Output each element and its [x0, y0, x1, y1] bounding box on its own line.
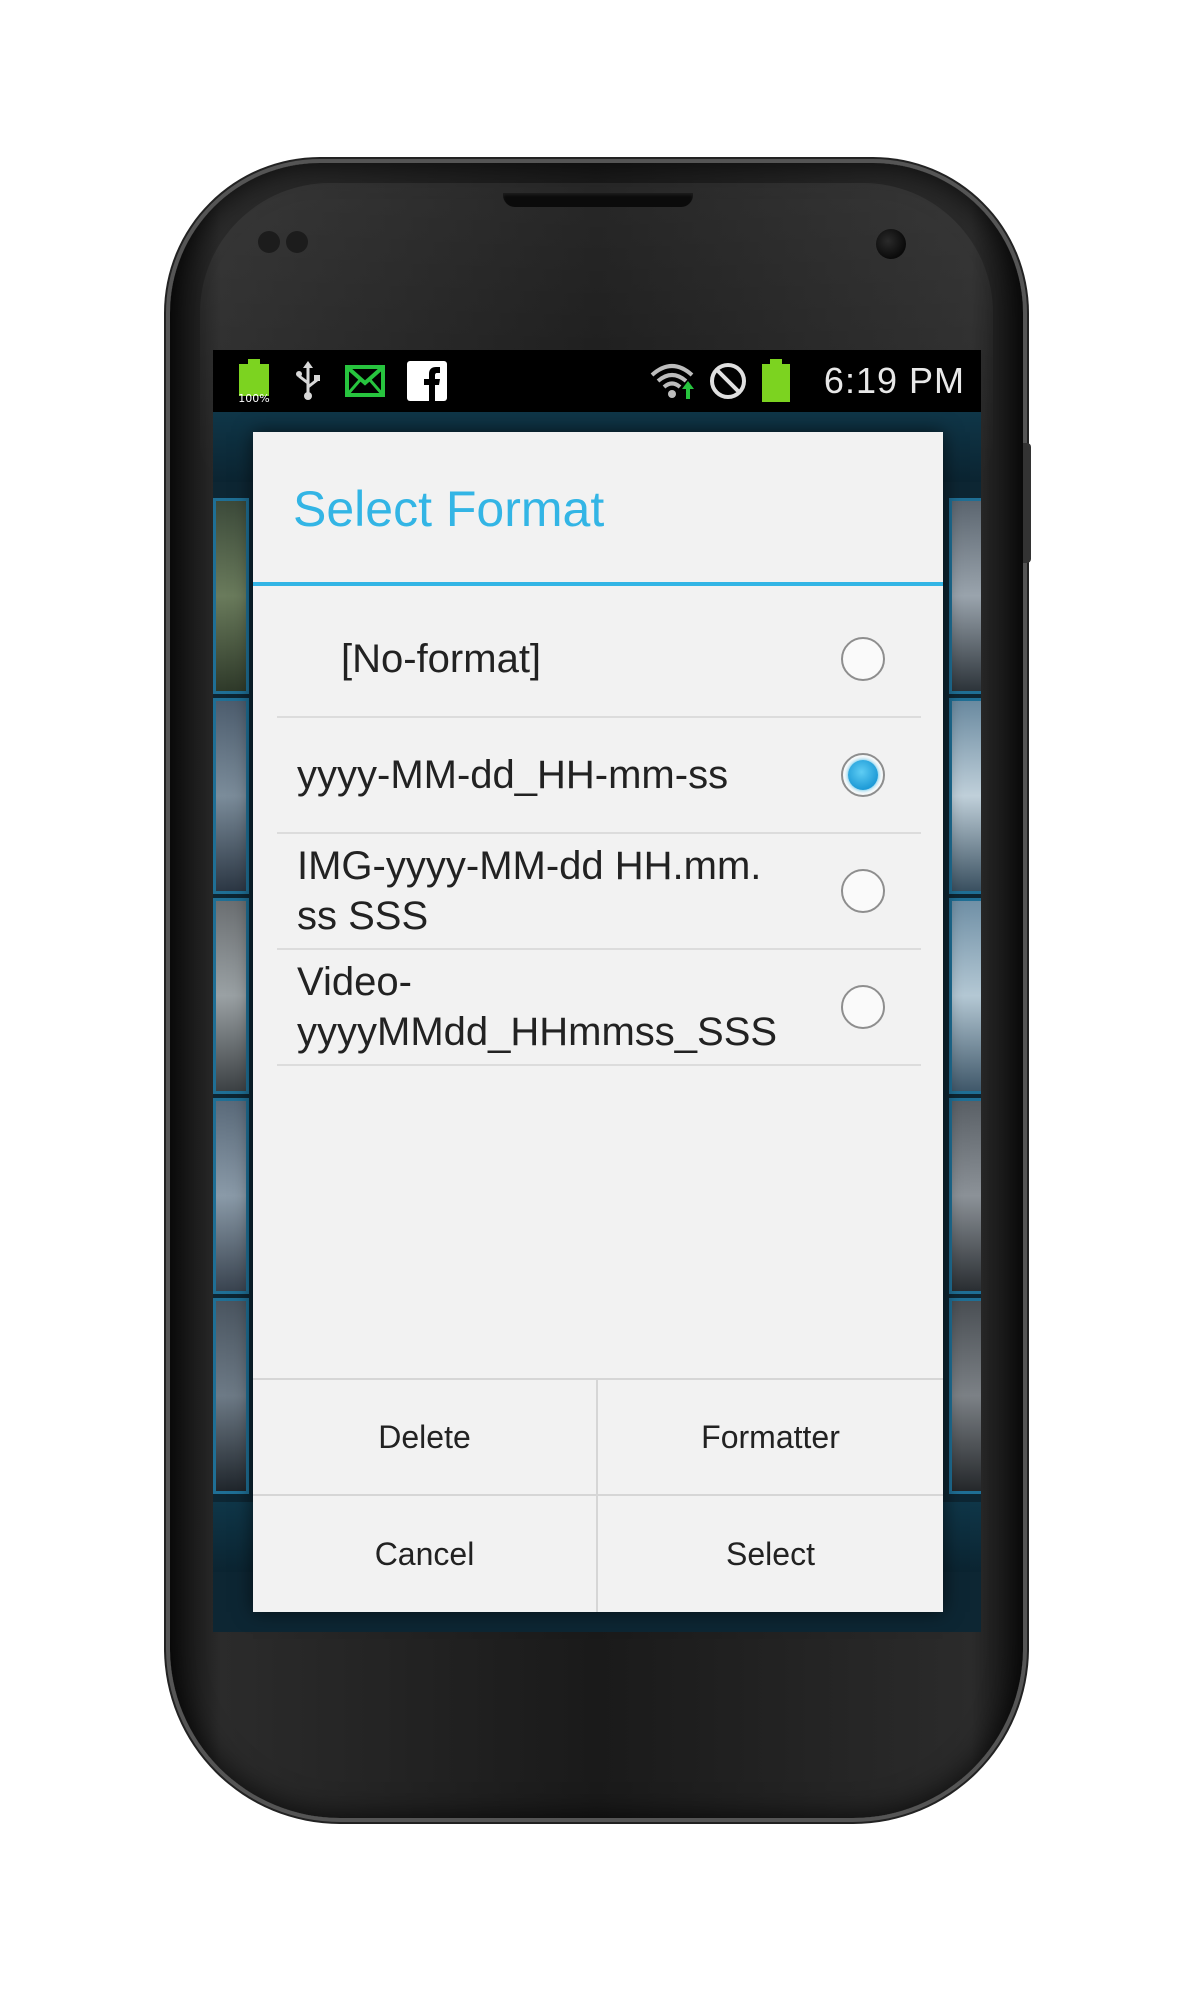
dialog-title: Select Format: [293, 481, 605, 537]
status-notifications: 100%: [237, 350, 447, 412]
thumbnail[interactable]: [213, 898, 249, 1094]
format-option-no-format[interactable]: [No-format]: [277, 602, 921, 718]
status-system: 6:19 PM: [650, 350, 965, 412]
radio-button[interactable]: [841, 985, 885, 1029]
radio-button[interactable]: [841, 869, 885, 913]
dialog-buttons: Delete Formatter Cancel Select: [253, 1378, 943, 1612]
thumbnail[interactable]: [949, 1098, 981, 1294]
front-camera: [876, 229, 906, 259]
thumbnail[interactable]: [213, 498, 249, 694]
option-label: IMG-yyyy-MM-dd HH.mm. ss SSS: [297, 844, 762, 938]
cancel-button[interactable]: Cancel: [253, 1496, 598, 1612]
delete-button[interactable]: Delete: [253, 1380, 598, 1496]
option-label: yyyy-MM-dd_HH-mm-ss: [297, 753, 729, 797]
radio-button-selected[interactable]: [841, 753, 885, 797]
thumbnail[interactable]: [949, 898, 981, 1094]
format-option-img[interactable]: IMG-yyyy-MM-dd HH.mm. ss SSS: [277, 834, 921, 950]
select-button[interactable]: Select: [598, 1496, 943, 1612]
earpiece-speaker: [503, 193, 693, 207]
option-label: [No-format]: [341, 637, 542, 681]
format-option-datetime[interactable]: yyyy-MM-dd_HH-mm-ss: [277, 718, 921, 834]
thumbnail[interactable]: [949, 498, 981, 694]
mail-icon: [345, 365, 385, 397]
battery-charging-icon: 100%: [237, 359, 271, 403]
thumbnail[interactable]: [213, 1098, 249, 1294]
thumbnail[interactable]: [213, 1298, 249, 1494]
usb-icon: [293, 361, 323, 401]
wifi-icon: [650, 361, 694, 401]
do-not-disturb-icon: [708, 361, 748, 401]
power-button[interactable]: [1023, 443, 1031, 563]
battery-percent-label: 100%: [238, 392, 269, 403]
thumbnail[interactable]: [213, 698, 249, 894]
format-option-video[interactable]: Video- yyyyMMdd_HHmmss_SSS: [277, 950, 921, 1066]
proximity-sensor: [258, 231, 318, 257]
select-format-dialog: Select Format [No-format] yyyy-MM-dd_HH-…: [253, 432, 943, 1612]
facebook-icon: [407, 361, 447, 401]
radio-button[interactable]: [841, 637, 885, 681]
format-option-list: [No-format] yyyy-MM-dd_HH-mm-ss IMG-yyyy…: [277, 602, 921, 1066]
thumbnail[interactable]: [949, 698, 981, 894]
clock: 6:19 PM: [823, 360, 965, 401]
thumbnail[interactable]: [949, 1298, 981, 1494]
status-bar: 100% 6:19 PM: [213, 350, 981, 412]
formatter-button[interactable]: Formatter: [598, 1380, 943, 1496]
option-label: Video- yyyyMMdd_HHmmss_SSS: [297, 960, 778, 1054]
title-divider: [253, 582, 943, 586]
battery-icon: [761, 359, 790, 403]
